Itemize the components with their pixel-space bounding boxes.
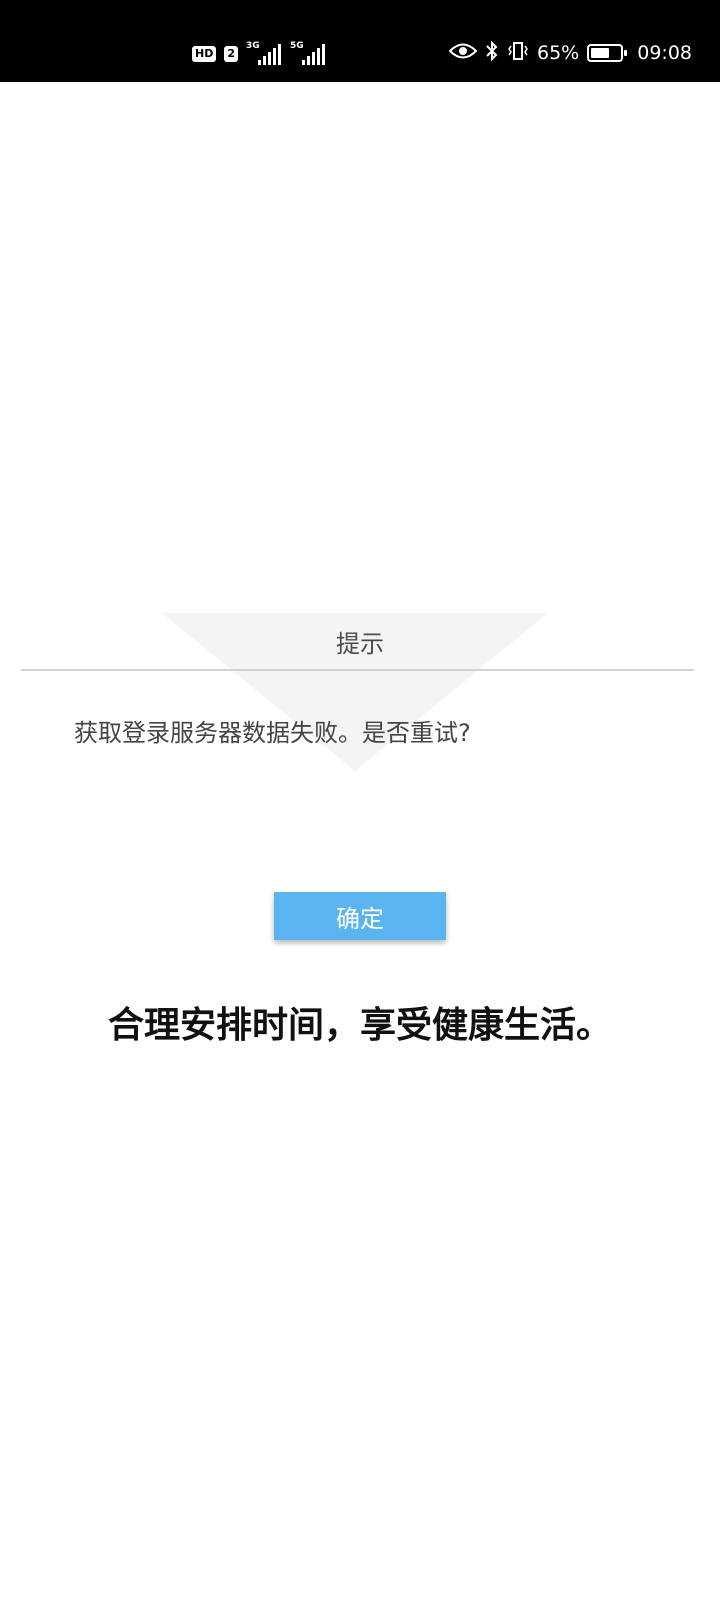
signal-3g-icon: 3G xyxy=(246,41,282,67)
sim-badge: 2 xyxy=(224,46,238,62)
status-left: HD 2 3G 5G xyxy=(192,40,326,68)
status-right: 65% 09:08 xyxy=(448,38,692,68)
hd-badge: HD xyxy=(192,46,217,62)
vibrate-icon xyxy=(507,40,529,67)
status-bar: HD 2 3G 5G 65% 09:08 xyxy=(0,0,720,82)
dialog-divider xyxy=(21,669,694,671)
dialog-message: 获取登录服务器数据失败。是否重试? xyxy=(74,719,471,747)
battery-percent: 65% xyxy=(537,42,580,64)
bluetooth-icon xyxy=(485,40,499,67)
clock: 09:08 xyxy=(637,42,692,64)
signal-5g-icon: 5G xyxy=(290,41,326,67)
slogan-text: 合理安排时间，享受健康生活。 xyxy=(107,1005,612,1046)
confirm-button[interactable]: 确定 xyxy=(274,892,446,940)
eye-icon xyxy=(448,42,478,65)
battery-icon xyxy=(587,44,628,62)
dialog-title: 提示 xyxy=(336,630,384,658)
